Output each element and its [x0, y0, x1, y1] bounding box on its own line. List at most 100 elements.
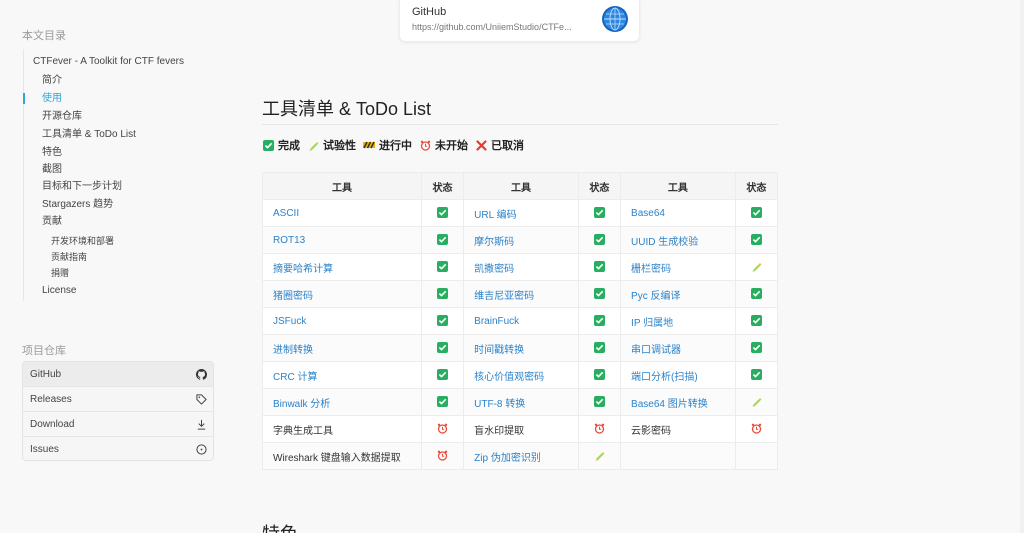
- empty-status-cell: [734, 442, 779, 470]
- empty-cell: [620, 442, 736, 470]
- cross-icon: [475, 139, 487, 151]
- check-icon: [750, 315, 762, 327]
- tool-name[interactable]: 串口调试器: [620, 334, 736, 362]
- table-row: JSFuck BrainFuck IP 归属地: [262, 307, 779, 335]
- column-header: 状态: [420, 172, 465, 200]
- sidebar: 本文目录 CTFever - A Toolkit for CTF fevers 简…: [0, 0, 230, 533]
- status-cell: [734, 199, 779, 227]
- tool-name[interactable]: UUID 生成校验: [620, 226, 736, 254]
- toc-item[interactable]: 简介: [42, 74, 62, 88]
- tool-name[interactable]: Base64: [620, 199, 736, 227]
- table-header-row: 工具 状态 工具 状态 工具 状态: [262, 172, 779, 200]
- tool-name[interactable]: Binwalk 分析: [262, 388, 422, 416]
- table-row: Binwalk 分析 UTF-8 转换 Base64 图片转换: [262, 388, 779, 416]
- status-cell: [577, 415, 622, 443]
- status-cell: [420, 361, 465, 389]
- alarm-clock-icon: [594, 424, 605, 435]
- tool-name[interactable]: 摘要哈希计算: [262, 253, 422, 281]
- check-icon: [593, 396, 605, 408]
- table-row: 进制转换 时间戳转换 串口调试器: [262, 334, 779, 362]
- status-cell: [577, 226, 622, 254]
- repo-section-title: 项目仓库: [22, 345, 66, 357]
- check-icon: [593, 369, 605, 381]
- alarm-clock-icon: [437, 424, 448, 435]
- toc-item[interactable]: Stargazers 趋势: [42, 198, 113, 212]
- toc-item[interactable]: 特色: [42, 146, 62, 160]
- repo-link-github[interactable]: GitHub: [23, 362, 213, 387]
- status-cell: [577, 442, 622, 470]
- page-scrollbar[interactable]: [1020, 0, 1024, 533]
- repo-link-download[interactable]: Download: [23, 412, 213, 437]
- status-cell: [420, 415, 465, 443]
- check-icon: [593, 234, 605, 246]
- toc-item[interactable]: License: [42, 284, 76, 298]
- toc-item[interactable]: 贡献指南: [51, 250, 87, 264]
- repo-link-releases[interactable]: Releases: [23, 387, 213, 412]
- status-cell: [420, 307, 465, 335]
- table-row: ROT13 摩尔斯码 UUID 生成校验: [262, 226, 779, 254]
- github-link-card[interactable]: GitHub https://github.com/UniiemStudio/C…: [399, 0, 640, 42]
- tool-name[interactable]: UTF-8 转换: [463, 388, 579, 416]
- check-icon: [437, 396, 449, 408]
- tag-icon: [196, 394, 207, 405]
- tool-name[interactable]: CRC 计算: [262, 361, 422, 389]
- table-row: CRC 计算 核心价值观密码 端口分析(扫描): [262, 361, 779, 389]
- status-cell: [734, 253, 779, 281]
- tool-name[interactable]: BrainFuck: [463, 307, 579, 335]
- tool-name[interactable]: 核心价值观密码: [463, 361, 579, 389]
- repo-link-label: Download: [30, 419, 75, 430]
- tool-name[interactable]: Pyc 反编译: [620, 280, 736, 308]
- toc-item[interactable]: 目标和下一步计划: [42, 180, 122, 194]
- status-cell: [420, 388, 465, 416]
- issue-icon: [196, 444, 207, 455]
- check-icon: [437, 234, 449, 246]
- tool-name[interactable]: 栅栏密码: [620, 253, 736, 281]
- tool-name[interactable]: 摩尔斯码: [463, 226, 579, 254]
- tool-name[interactable]: IP 归属地: [620, 307, 736, 335]
- alarm-clock-icon: [437, 451, 448, 462]
- repo-link-issues[interactable]: Issues: [23, 437, 213, 460]
- tool-name[interactable]: 时间戳转换: [463, 334, 579, 362]
- tool-name[interactable]: Zip 伪加密识别: [463, 442, 579, 470]
- pencil-icon: [751, 397, 762, 408]
- toc-active-marker: [23, 93, 25, 104]
- table-row: 猪圈密码 维吉尼亚密码 Pyc 反编译: [262, 280, 779, 308]
- toc-item[interactable]: 使用: [42, 92, 62, 106]
- toc-item[interactable]: 开源仓库: [42, 110, 82, 124]
- tool-name[interactable]: ROT13: [262, 226, 422, 254]
- tool-name[interactable]: JSFuck: [262, 307, 422, 335]
- toc-item[interactable]: 开发环境和部署: [51, 234, 114, 248]
- tool-name[interactable]: ASCII: [262, 199, 422, 227]
- status-cell: [420, 442, 465, 470]
- tool-name[interactable]: 猪圈密码: [262, 280, 422, 308]
- tool-name[interactable]: Base64 图片转换: [620, 388, 736, 416]
- legend-label: 已取消: [491, 140, 524, 152]
- status-cell: [734, 226, 779, 254]
- status-cell: [577, 199, 622, 227]
- heading-divider: [262, 124, 778, 125]
- status-cell: [420, 334, 465, 362]
- tool-name[interactable]: 凯撒密码: [463, 253, 579, 281]
- toc-item[interactable]: 工具清单 & ToDo List: [42, 128, 136, 142]
- check-icon: [437, 261, 449, 273]
- globe-icon: [602, 6, 628, 32]
- toc-item[interactable]: 捐赠: [51, 266, 69, 280]
- tool-name[interactable]: 维吉尼亚密码: [463, 280, 579, 308]
- check-icon: [750, 288, 762, 300]
- repo-links: GitHub Releases Download Issues: [22, 361, 214, 461]
- check-icon: [593, 261, 605, 273]
- tool-name[interactable]: URL 编码: [463, 199, 579, 227]
- status-cell: [734, 415, 779, 443]
- status-cell: [734, 361, 779, 389]
- toc-item[interactable]: 截图: [42, 163, 62, 177]
- toc-item[interactable]: 贡献: [42, 215, 62, 229]
- check-icon: [437, 342, 449, 354]
- tool-name: 字典生成工具: [262, 415, 422, 443]
- tool-name[interactable]: 进制转换: [262, 334, 422, 362]
- pencil-icon: [751, 262, 762, 273]
- alarm-clock-icon: [419, 139, 431, 151]
- status-cell: [734, 334, 779, 362]
- tool-name[interactable]: 端口分析(扫描): [620, 361, 736, 389]
- tool-name: 盲水印提取: [463, 415, 579, 443]
- toc-item[interactable]: CTFever - A Toolkit for CTF fevers: [33, 55, 184, 69]
